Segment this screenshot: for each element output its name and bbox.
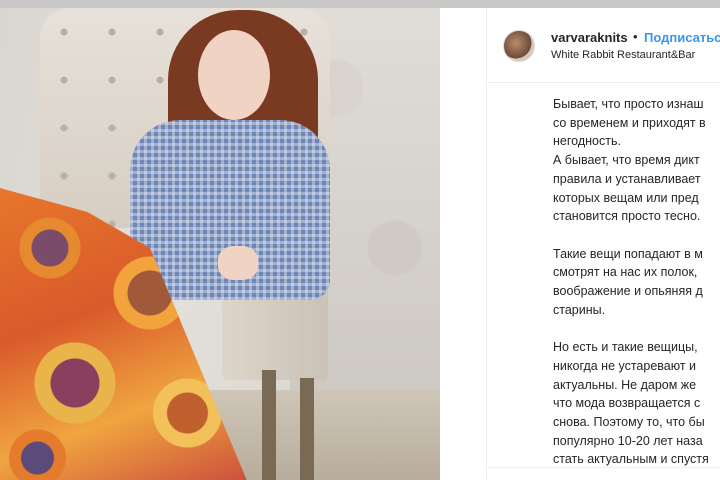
- caption-line: Но есть и такие вещицы,: [553, 340, 698, 355]
- caption-line: Бывает, что просто изнаш: [553, 97, 704, 111]
- browser-top-bar: [0, 0, 720, 8]
- caption-line: что мода возвращается с: [553, 396, 701, 411]
- girl-face: [198, 30, 270, 120]
- separator-dot: •: [633, 29, 638, 44]
- post-header: varvaraknits • Подписаться White Rabbit …: [487, 8, 720, 83]
- caption-line: Такие вещи попадают в м: [553, 246, 703, 261]
- girl-hands: [218, 246, 258, 280]
- avatar[interactable]: [503, 30, 535, 62]
- caption-blank-line: [553, 226, 720, 245]
- caption-line: старины.: [553, 302, 606, 317]
- post-caption: Бывает, что просто изнаш со временем и пр…: [553, 95, 720, 469]
- caption-line: правила и устанавливает: [553, 171, 701, 186]
- caption-line: актуальны. Не даром же: [553, 377, 697, 392]
- divider: [487, 467, 720, 468]
- chair-leg: [262, 370, 276, 480]
- follow-button[interactable]: Подписаться: [644, 30, 720, 45]
- post-side-panel: varvaraknits • Подписаться White Rabbit …: [486, 8, 720, 480]
- caption-line: со временем и приходят в: [553, 115, 706, 130]
- caption-line: А бывает, что время дикт: [553, 153, 700, 168]
- caption-line: снова. Поэтому то, что бы: [553, 414, 705, 429]
- caption-line: смотрят на нас их полок,: [553, 265, 698, 280]
- caption-line: популярно 10-20 лет наза: [553, 433, 703, 448]
- caption-line: становится просто тесно.: [553, 209, 701, 224]
- username-link[interactable]: varvaraknits: [551, 30, 628, 45]
- caption-line: которых вещам или пред: [553, 190, 699, 205]
- chair-leg: [300, 378, 314, 480]
- caption-line: воображение и опьяняя д: [553, 284, 703, 299]
- caption-line: негодность.: [553, 134, 621, 149]
- location-link[interactable]: White Rabbit Restaurant&Bar: [551, 49, 695, 61]
- caption-blank-line: [553, 319, 720, 338]
- post-photo[interactable]: [0, 8, 440, 480]
- caption-line: никогда не устаревают и: [553, 358, 697, 373]
